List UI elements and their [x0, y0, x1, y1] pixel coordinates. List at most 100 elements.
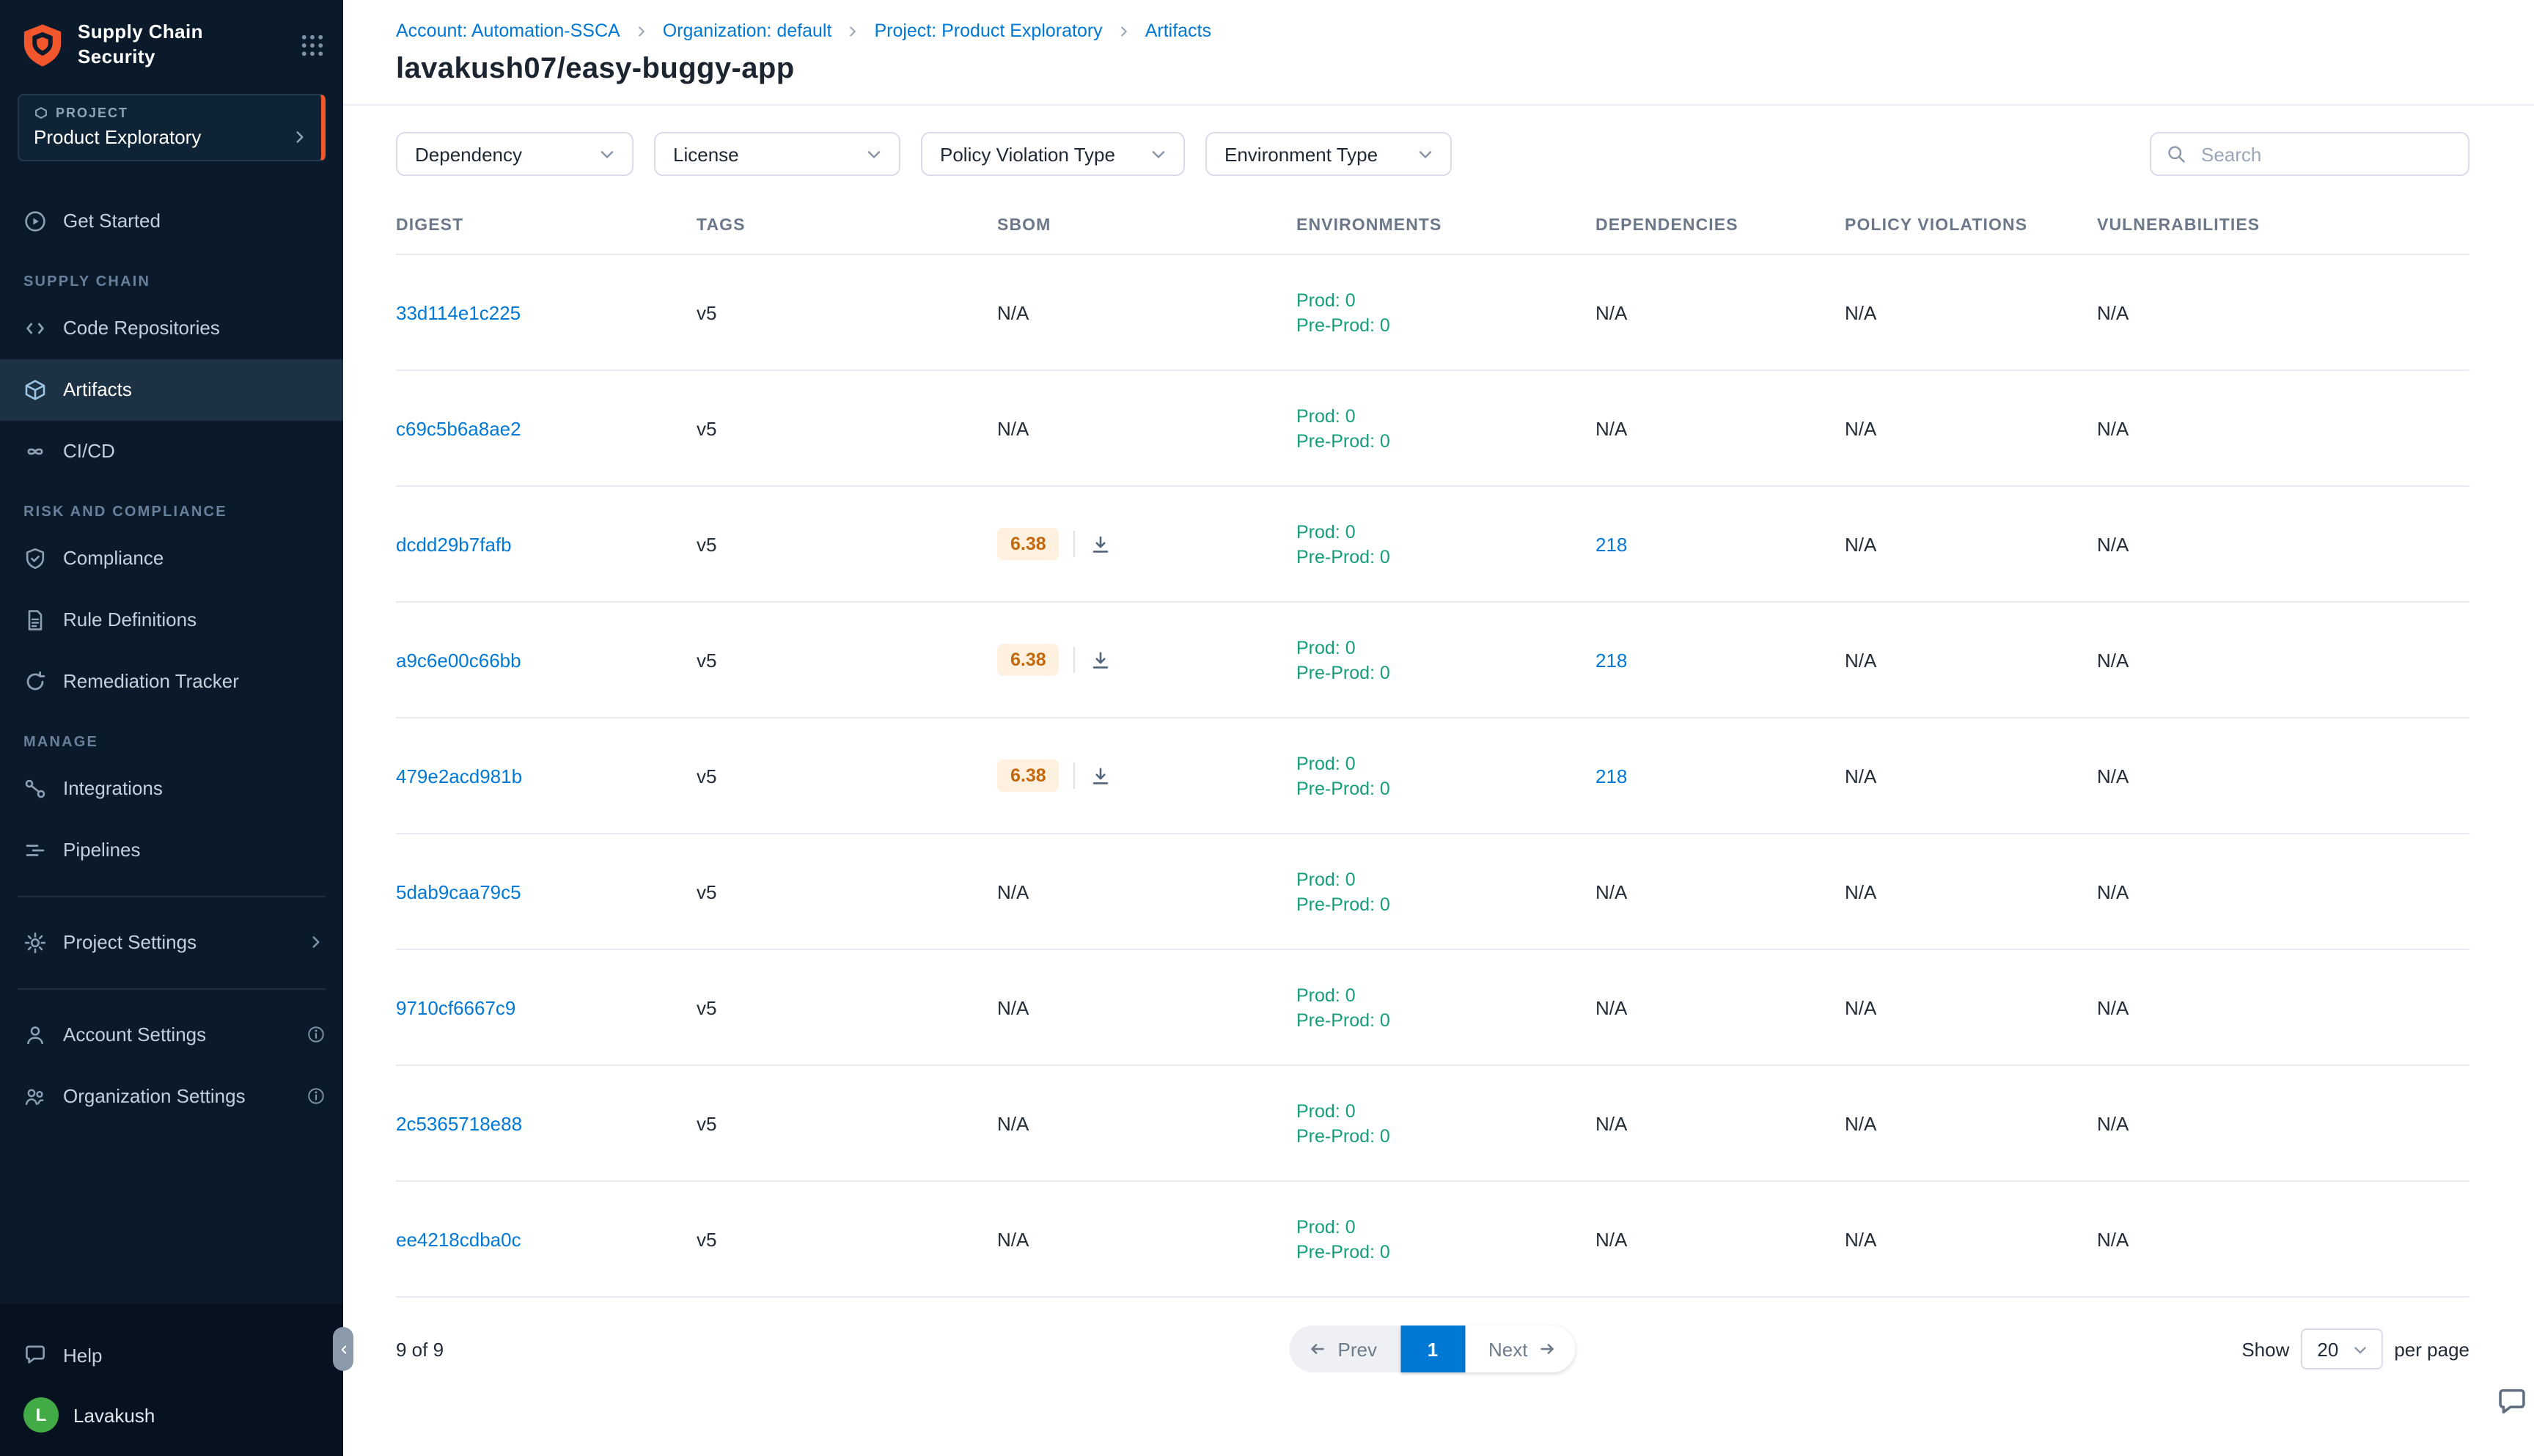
sidebar-item-code-repositories[interactable]: Code Repositories [0, 298, 343, 359]
sidebar-item-label: Help [63, 1344, 103, 1366]
environments-cell: Prod: 0 Pre-Prod: 0 [1296, 290, 1595, 335]
table-header-row: DIGEST TAGS SBOM ENVIRONMENTS DEPENDENCI… [396, 217, 2469, 254]
env-preprod-link[interactable]: Pre-Prod: 0 [1296, 1125, 1595, 1146]
env-preprod-link[interactable]: Pre-Prod: 0 [1296, 1241, 1595, 1262]
project-selector[interactable]: PROJECT Product Exploratory [18, 94, 326, 161]
sidebar-item-artifacts[interactable]: Artifacts [0, 359, 343, 421]
page-number-button[interactable]: 1 [1400, 1326, 1465, 1372]
sidebar-nav: Get Started SUPPLY CHAIN Code Repositori… [0, 191, 343, 1304]
env-prod-link[interactable]: Prod: 0 [1296, 637, 1595, 658]
get-started-icon [23, 210, 47, 233]
pagination-count: 9 of 9 [396, 1338, 444, 1360]
digest-link[interactable]: ee4218cdba0c [396, 1228, 521, 1250]
env-prod-link[interactable]: Prod: 0 [1296, 985, 1595, 1005]
dependencies-cell: N/A [1595, 880, 1845, 902]
module-switcher-icon[interactable] [299, 32, 326, 59]
chevron-down-icon [1148, 144, 1169, 164]
column-sbom: SBOM [997, 217, 1296, 235]
env-preprod-link[interactable]: Pre-Prod: 0 [1296, 1010, 1595, 1030]
project-cube-icon [34, 106, 48, 120]
vulnerabilities-cell: N/A [2097, 880, 2469, 902]
env-preprod-link[interactable]: Pre-Prod: 0 [1296, 430, 1595, 451]
prev-page-button[interactable]: Prev [1290, 1326, 1400, 1372]
dropdown-label: Dependency [415, 143, 522, 165]
download-sbom-icon[interactable] [1090, 533, 1112, 555]
table-row: c69c5b6a8ae2 v5 N/A Prod: 0 Pre-Prod: 0 [396, 369, 2469, 485]
env-prod-link[interactable]: Prod: 0 [1296, 1100, 1595, 1121]
dependencies-cell[interactable]: 218 [1595, 765, 1845, 787]
digest-link[interactable]: c69c5b6a8ae2 [396, 417, 521, 439]
policy-violations-cell: N/A [1845, 301, 2097, 323]
env-preprod-link[interactable]: Pre-Prod: 0 [1296, 778, 1595, 798]
env-prod-link[interactable]: Prod: 0 [1296, 290, 1595, 310]
environments-cell: Prod: 0 Pre-Prod: 0 [1296, 1216, 1595, 1262]
project-selector-label: PROJECT [56, 106, 128, 120]
sidebar-item-help[interactable]: Help [0, 1324, 343, 1386]
breadcrumb-project[interactable]: Project: Product Exploratory [874, 21, 1102, 41]
remediation-tracker-icon [23, 670, 47, 694]
sidebar-collapse-handle[interactable] [333, 1327, 353, 1371]
pagination-bar: 9 of 9 Prev 1 Next Show 20 per page [396, 1324, 2469, 1374]
filter-dependency-dropdown[interactable]: Dependency [396, 132, 634, 176]
sidebar-item-remediation-tracker[interactable]: Remediation Tracker [0, 651, 343, 713]
tag-cell: v5 [697, 1228, 997, 1250]
search-input[interactable] [2198, 141, 2453, 166]
chevron-right-icon [306, 933, 326, 952]
breadcrumb-artifacts[interactable]: Artifacts [1145, 21, 1211, 41]
chat-widget-button[interactable] [2496, 1386, 2528, 1418]
env-prod-link[interactable]: Prod: 0 [1296, 869, 1595, 889]
sidebar-item-account-settings[interactable]: Account Settings [0, 1004, 343, 1066]
sidebar-item-project-settings[interactable]: Project Settings [0, 912, 343, 974]
rule-definitions-icon [23, 608, 47, 632]
env-prod-link[interactable]: Prod: 0 [1296, 405, 1595, 426]
sidebar-item-compliance[interactable]: Compliance [0, 528, 343, 589]
brand-line-1: Supply Chain [78, 21, 286, 45]
digest-link[interactable]: 479e2acd981b [396, 765, 522, 787]
next-page-button[interactable]: Next [1465, 1326, 1576, 1372]
env-preprod-link[interactable]: Pre-Prod: 0 [1296, 546, 1595, 567]
column-vulnerabilities: VULNERABILITIES [2097, 217, 2469, 235]
env-preprod-link[interactable]: Pre-Prod: 0 [1296, 894, 1595, 914]
filter-policy-violation-type-dropdown[interactable]: Policy Violation Type [921, 132, 1185, 176]
digest-link[interactable]: 2c5365718e88 [396, 1112, 522, 1134]
sidebar-item-pipelines[interactable]: Pipelines [0, 820, 343, 881]
page-size-control: Show 20 per page [2241, 1328, 2469, 1369]
environments-cell: Prod: 0 Pre-Prod: 0 [1296, 869, 1595, 914]
sidebar-item-rule-definitions[interactable]: Rule Definitions [0, 589, 343, 651]
env-preprod-link[interactable]: Pre-Prod: 0 [1296, 315, 1595, 335]
sidebar-item-get-started[interactable]: Get Started [0, 191, 343, 252]
table-row: ee4218cdba0c v5 N/A Prod: 0 Pre-Prod: 0 [396, 1180, 2469, 1296]
sidebar-item-label: Code Repositories [63, 317, 220, 339]
digest-link[interactable]: 33d114e1c225 [396, 301, 521, 323]
sidebar-item-cicd[interactable]: CI/CD [0, 421, 343, 482]
dependencies-cell[interactable]: 218 [1595, 649, 1845, 671]
download-sbom-icon[interactable] [1090, 649, 1112, 671]
user-menu[interactable]: L Lavakush [0, 1386, 343, 1444]
env-prod-link[interactable]: Prod: 0 [1296, 1216, 1595, 1237]
sbom-cell: 6.38 [997, 644, 1296, 676]
digest-link[interactable]: 5dab9caa79c5 [396, 880, 521, 902]
chevron-down-icon [864, 144, 884, 164]
filter-license-dropdown[interactable]: License [654, 132, 900, 176]
env-preprod-link[interactable]: Pre-Prod: 0 [1296, 662, 1595, 683]
nav-divider [18, 988, 326, 990]
dependencies-cell[interactable]: 218 [1595, 533, 1845, 555]
download-sbom-icon[interactable] [1090, 765, 1112, 787]
sidebar-item-integrations[interactable]: Integrations [0, 758, 343, 820]
env-prod-link[interactable]: Prod: 0 [1296, 521, 1595, 542]
sbom-score-badge: 6.38 [997, 644, 1059, 676]
env-prod-link[interactable]: Prod: 0 [1296, 753, 1595, 773]
digest-link[interactable]: 9710cf6667c9 [396, 996, 515, 1018]
digest-link[interactable]: a9c6e00c66bb [396, 649, 521, 671]
chevron-left-icon [337, 1342, 350, 1356]
sbom-cell: 6.38 [997, 528, 1296, 560]
breadcrumb-organization[interactable]: Organization: default [663, 21, 832, 41]
sidebar-header: Supply Chain Security [0, 0, 343, 70]
policy-violations-cell: N/A [1845, 880, 2097, 902]
arrow-right-icon [1538, 1339, 1558, 1359]
digest-link[interactable]: dcdd29b7fafb [396, 533, 512, 555]
sidebar-item-organization-settings[interactable]: Organization Settings [0, 1066, 343, 1128]
breadcrumb-account[interactable]: Account: Automation-SSCA [396, 21, 620, 41]
page-size-select[interactable]: 20 [2301, 1328, 2382, 1369]
filter-environment-type-dropdown[interactable]: Environment Type [1205, 132, 1452, 176]
